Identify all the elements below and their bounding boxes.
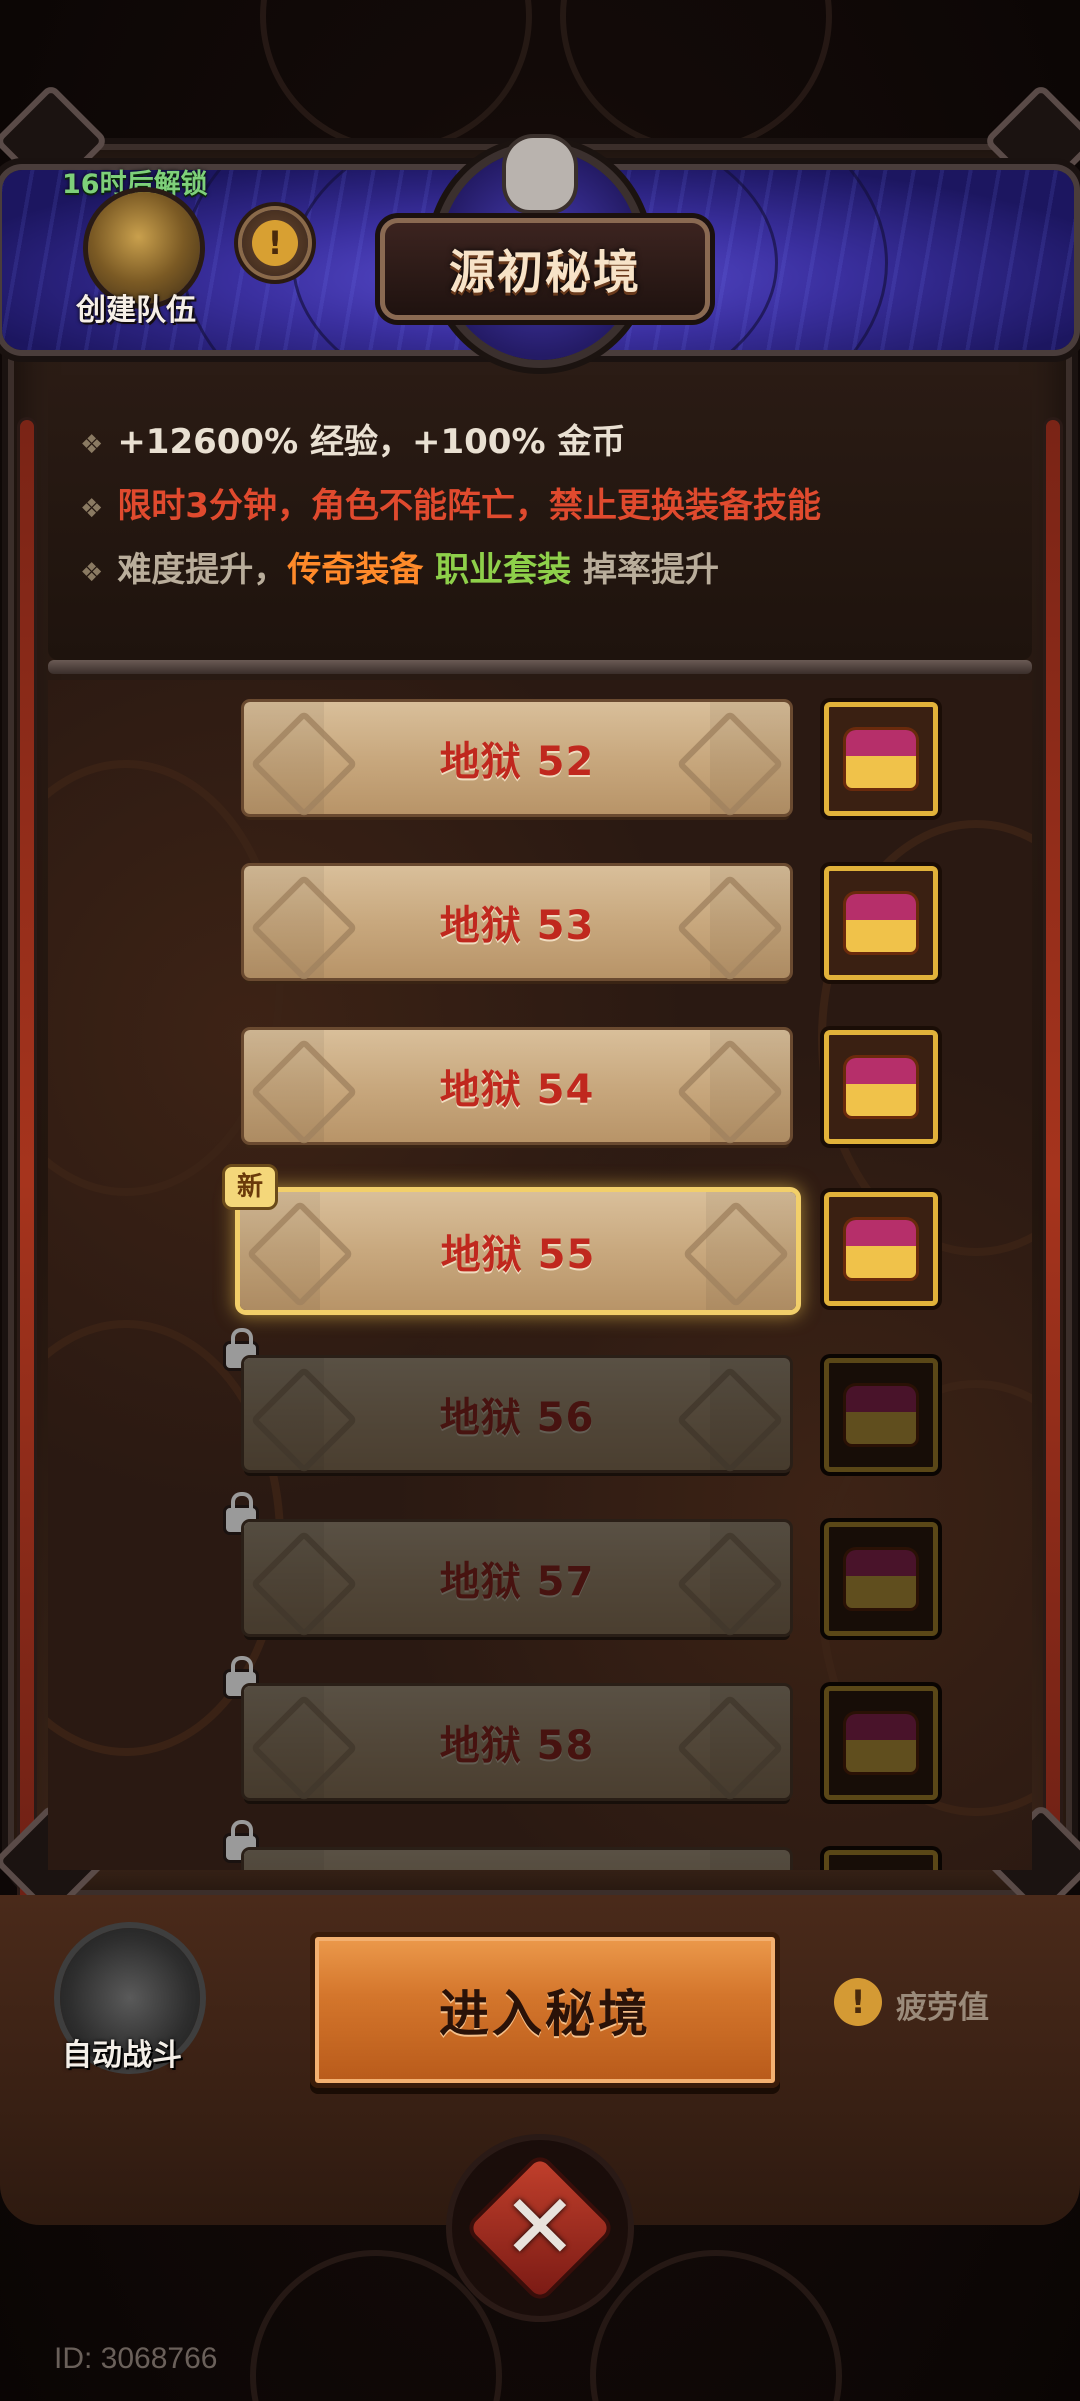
level-list[interactable]: 地狱 52 地狱 53 地狱 54 地狱 55 地狱 56 地狱 57 地狱 5… bbox=[48, 680, 1032, 1870]
fatigue-info-icon[interactable]: ! bbox=[834, 1978, 882, 2026]
left-rail bbox=[20, 420, 34, 1940]
knot-ornament bbox=[676, 1038, 784, 1146]
exclamation-icon: ! bbox=[252, 220, 298, 266]
bg-ornament bbox=[260, 0, 532, 152]
reward-chest-icon[interactable] bbox=[824, 702, 938, 816]
bullet-icon: ❖ bbox=[80, 558, 104, 588]
info-button[interactable]: ! bbox=[242, 210, 308, 276]
info-line-drops: ❖ 难度提升，传奇装备 职业套装 掉率提升 bbox=[80, 550, 719, 590]
enter-dungeon-label: 进入秘境 bbox=[439, 1985, 651, 2043]
level-row-locked: 地狱 57 bbox=[48, 1492, 1032, 1652]
enter-dungeon-button[interactable]: 进入秘境 bbox=[310, 1932, 780, 2088]
knot-ornament bbox=[250, 1530, 358, 1638]
skull-icon bbox=[506, 138, 574, 210]
reward-chest-icon[interactable] bbox=[824, 1192, 938, 1306]
knot-ornament bbox=[676, 874, 784, 982]
right-rail bbox=[1046, 420, 1060, 1940]
knot-ornament bbox=[676, 1530, 784, 1638]
reward-chest-icon[interactable] bbox=[824, 1686, 938, 1800]
page-title: 源初秘境 bbox=[449, 245, 641, 299]
player-id: ID: 3068766 bbox=[54, 2342, 218, 2375]
knot-ornament bbox=[250, 874, 358, 982]
auto-battle-label[interactable]: 自动战斗 bbox=[62, 2030, 182, 2074]
bg-ornament bbox=[560, 0, 832, 152]
level-button-hell-53[interactable]: 地狱 53 bbox=[244, 866, 790, 982]
class-set-text: 职业套装 bbox=[435, 550, 572, 590]
knot-ornament bbox=[676, 1366, 784, 1474]
bg-ornament bbox=[590, 2250, 842, 2401]
level-row-locked-partial bbox=[48, 1820, 1032, 1870]
reward-chest-icon[interactable] bbox=[824, 1850, 938, 1870]
level-button-hell-52[interactable]: 地狱 52 bbox=[244, 702, 790, 818]
dungeon-screen: 源初秘境 16时后解锁 创建队伍 ! ❖ +12600% 经验，+100% 金币 … bbox=[0, 0, 1080, 2401]
level-button-hell-57[interactable]: 地狱 57 bbox=[244, 1522, 790, 1638]
level-row: 地狱 54 bbox=[48, 1030, 1032, 1160]
reward-chest-icon[interactable] bbox=[824, 1358, 938, 1472]
close-button[interactable]: ✕ bbox=[452, 2140, 628, 2316]
knot-ornament bbox=[246, 1200, 354, 1308]
new-badge: 新 bbox=[222, 1164, 278, 1210]
bullet-icon: ❖ bbox=[80, 494, 104, 524]
reward-chest-icon[interactable] bbox=[824, 1522, 938, 1636]
level-button-next[interactable] bbox=[244, 1850, 790, 1870]
level-button-hell-55[interactable]: 地狱 55 bbox=[240, 1192, 796, 1310]
reward-chest-icon[interactable] bbox=[824, 1030, 938, 1144]
legendary-gear-text: 传奇装备 bbox=[287, 550, 424, 590]
close-icon: ✕ bbox=[502, 2174, 578, 2280]
title-plate: 源初秘境 bbox=[380, 218, 710, 320]
level-row: 地狱 52 bbox=[48, 702, 1032, 832]
knot-ornament bbox=[250, 1038, 358, 1146]
level-button-hell-56[interactable]: 地狱 56 bbox=[244, 1358, 790, 1474]
bullet-icon: ❖ bbox=[80, 430, 104, 460]
level-button-hell-58[interactable]: 地狱 58 bbox=[244, 1686, 790, 1802]
level-row-locked: 地狱 58 bbox=[48, 1656, 1032, 1816]
section-divider bbox=[48, 660, 1032, 674]
level-row-locked: 地狱 56 bbox=[48, 1328, 1032, 1488]
knot-ornament bbox=[250, 1366, 358, 1474]
create-team-label[interactable]: 创建队伍 bbox=[76, 285, 196, 329]
close-hex-frame: ✕ bbox=[469, 2157, 611, 2299]
info-line-rewards: ❖ +12600% 经验，+100% 金币 bbox=[80, 422, 626, 462]
knot-ornament bbox=[682, 1200, 790, 1308]
knot-ornament bbox=[250, 1694, 358, 1802]
knot-ornament bbox=[250, 710, 358, 818]
knot-ornament bbox=[676, 1694, 784, 1802]
fatigue-label[interactable]: 疲劳值 bbox=[896, 1982, 989, 2027]
reward-chest-icon[interactable] bbox=[824, 866, 938, 980]
level-row: 地狱 53 bbox=[48, 866, 1032, 996]
knot-ornament bbox=[676, 710, 784, 818]
level-row: 地狱 55 bbox=[48, 1192, 1032, 1322]
info-line-rules: ❖ 限时3分钟，角色不能阵亡，禁止更换装备技能 bbox=[80, 486, 821, 526]
level-button-hell-54[interactable]: 地狱 54 bbox=[244, 1030, 790, 1146]
